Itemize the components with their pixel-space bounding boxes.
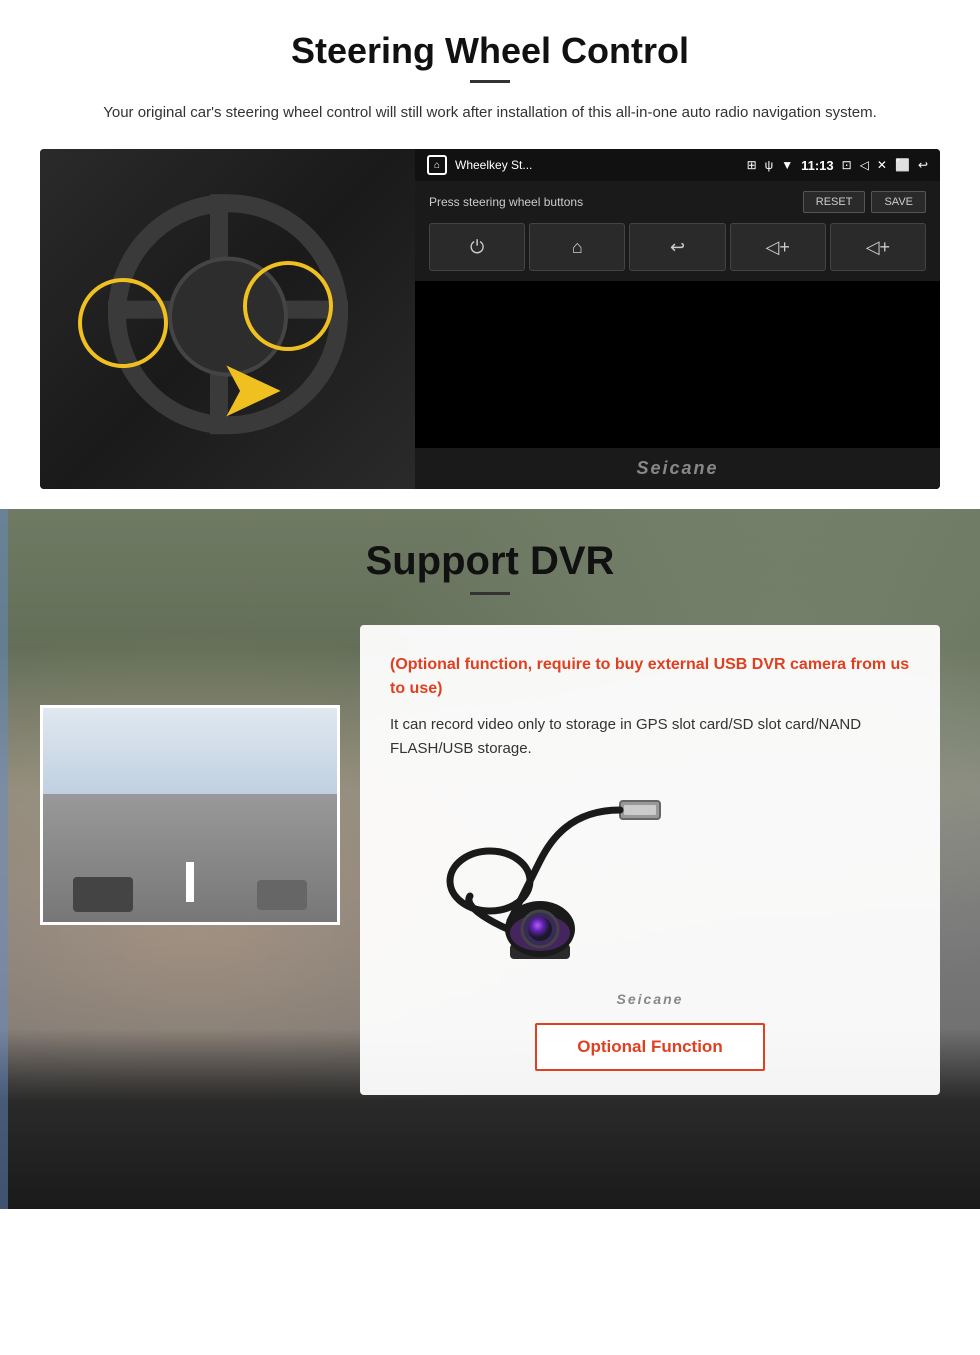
dvr-section: Support DVR (Optional function, require … — [0, 509, 980, 1209]
statusbar-title: Wheelkey St... — [455, 158, 739, 172]
screenshot-lane — [186, 862, 194, 902]
reset-button[interactable]: RESET — [803, 191, 866, 213]
panel-action-buttons: RESET SAVE — [803, 191, 926, 213]
statusbar: ⌂ Wheelkey St... ⊞ ψ ▼ 11:13 ⊡ ◁ ✕ ⬜ ↩ — [415, 149, 940, 181]
steering-control-panel: Press steering wheel buttons RESET SAVE … — [415, 181, 940, 281]
steering-subtitle: Your original car's steering wheel contr… — [80, 101, 900, 125]
steering-title: Steering Wheel Control — [40, 30, 940, 72]
dvr-title: Support DVR — [40, 539, 940, 584]
statusbar-wifi-icon: ▼ — [781, 158, 793, 172]
steering-composite-image: ➤ ⌂ Wheelkey St... ⊞ ψ ▼ 11:13 ⊡ ◁ ✕ ⬜ ↩ — [40, 149, 940, 489]
head-unit-display: ⌂ Wheelkey St... ⊞ ψ ▼ 11:13 ⊡ ◁ ✕ ⬜ ↩ P… — [415, 149, 940, 489]
steering-section: Steering Wheel Control Your original car… — [0, 0, 980, 509]
dvr-info-card: (Optional function, require to buy exter… — [360, 625, 940, 1095]
dvr-product-image — [390, 781, 910, 981]
control-back[interactable]: ↩ — [629, 223, 725, 271]
statusbar-icon-rect: ⬜ — [895, 158, 910, 172]
statusbar-icon-cam: ⊡ — [842, 158, 852, 172]
optional-function-button[interactable]: Optional Function — [535, 1023, 764, 1071]
statusbar-icon-back: ↩ — [918, 158, 928, 172]
home-icon: ⌂ — [427, 155, 447, 175]
yellow-arrow: ➤ — [218, 349, 285, 429]
statusbar-icon-x: ✕ — [877, 158, 887, 172]
dvr-title-divider — [470, 592, 510, 595]
control-vol-up-2[interactable]: ◁+ — [830, 223, 926, 271]
screenshot-car-right — [257, 880, 307, 910]
statusbar-icon-psi: ψ — [765, 158, 774, 172]
yellow-circle-left — [78, 278, 168, 368]
control-home[interactable]: ⌂ — [529, 223, 625, 271]
control-power[interactable]: ⏻ — [429, 223, 525, 271]
display-spacer — [415, 281, 940, 448]
seicane-watermark-steering: Seicane — [415, 448, 940, 489]
dvr-optional-notice: (Optional function, require to buy exter… — [390, 653, 910, 701]
dvr-layout: (Optional function, require to buy exter… — [40, 625, 940, 1095]
title-divider — [470, 80, 510, 83]
dvr-description: It can record video only to storage in G… — [390, 713, 910, 761]
steering-control-grid: ⏻ ⌂ ↩ ◁+ ◁+ — [429, 223, 926, 271]
panel-instruction: Press steering wheel buttons — [429, 195, 583, 209]
statusbar-icon-usb: ⊞ — [747, 158, 757, 172]
screenshot-car-left — [73, 877, 133, 912]
screenshot-sky — [43, 708, 337, 794]
statusbar-icon-vol: ◁ — [860, 158, 869, 172]
dvr-camera-svg — [390, 781, 690, 981]
control-vol-up-1[interactable]: ◁+ — [730, 223, 826, 271]
seicane-watermark-dvr: Seicane — [390, 991, 910, 1007]
save-button[interactable]: SAVE — [871, 191, 926, 213]
dvr-content: Support DVR (Optional function, require … — [0, 509, 980, 1125]
yellow-circle-right — [243, 261, 333, 351]
statusbar-time: 11:13 — [801, 158, 834, 173]
panel-header: Press steering wheel buttons RESET SAVE — [429, 191, 926, 213]
screenshot-road — [43, 794, 337, 922]
dvr-road-screenshot — [40, 705, 340, 925]
steering-wheel-area: ➤ — [40, 149, 415, 489]
